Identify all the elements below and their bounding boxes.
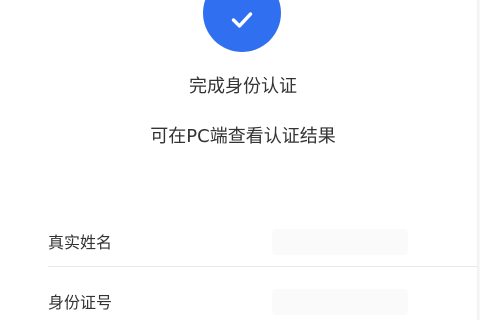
identity-verification-screen: 完成身份认证 可在PC端查看认证结果 真实姓名 身份证号 [0,0,480,320]
real-name-label: 真实姓名 [48,233,113,252]
success-badge [203,0,281,52]
real-name-field: 真实姓名 [48,219,480,267]
verification-result-hint: 可在PC端查看认证结果 [150,126,336,147]
id-number-label: 身份证号 [48,293,113,312]
verification-status-title: 完成身份认证 [189,76,297,97]
id-number-field: 身份证号 [48,279,480,320]
check-icon [231,12,253,28]
id-number-value [272,289,408,315]
real-name-value [272,229,408,255]
